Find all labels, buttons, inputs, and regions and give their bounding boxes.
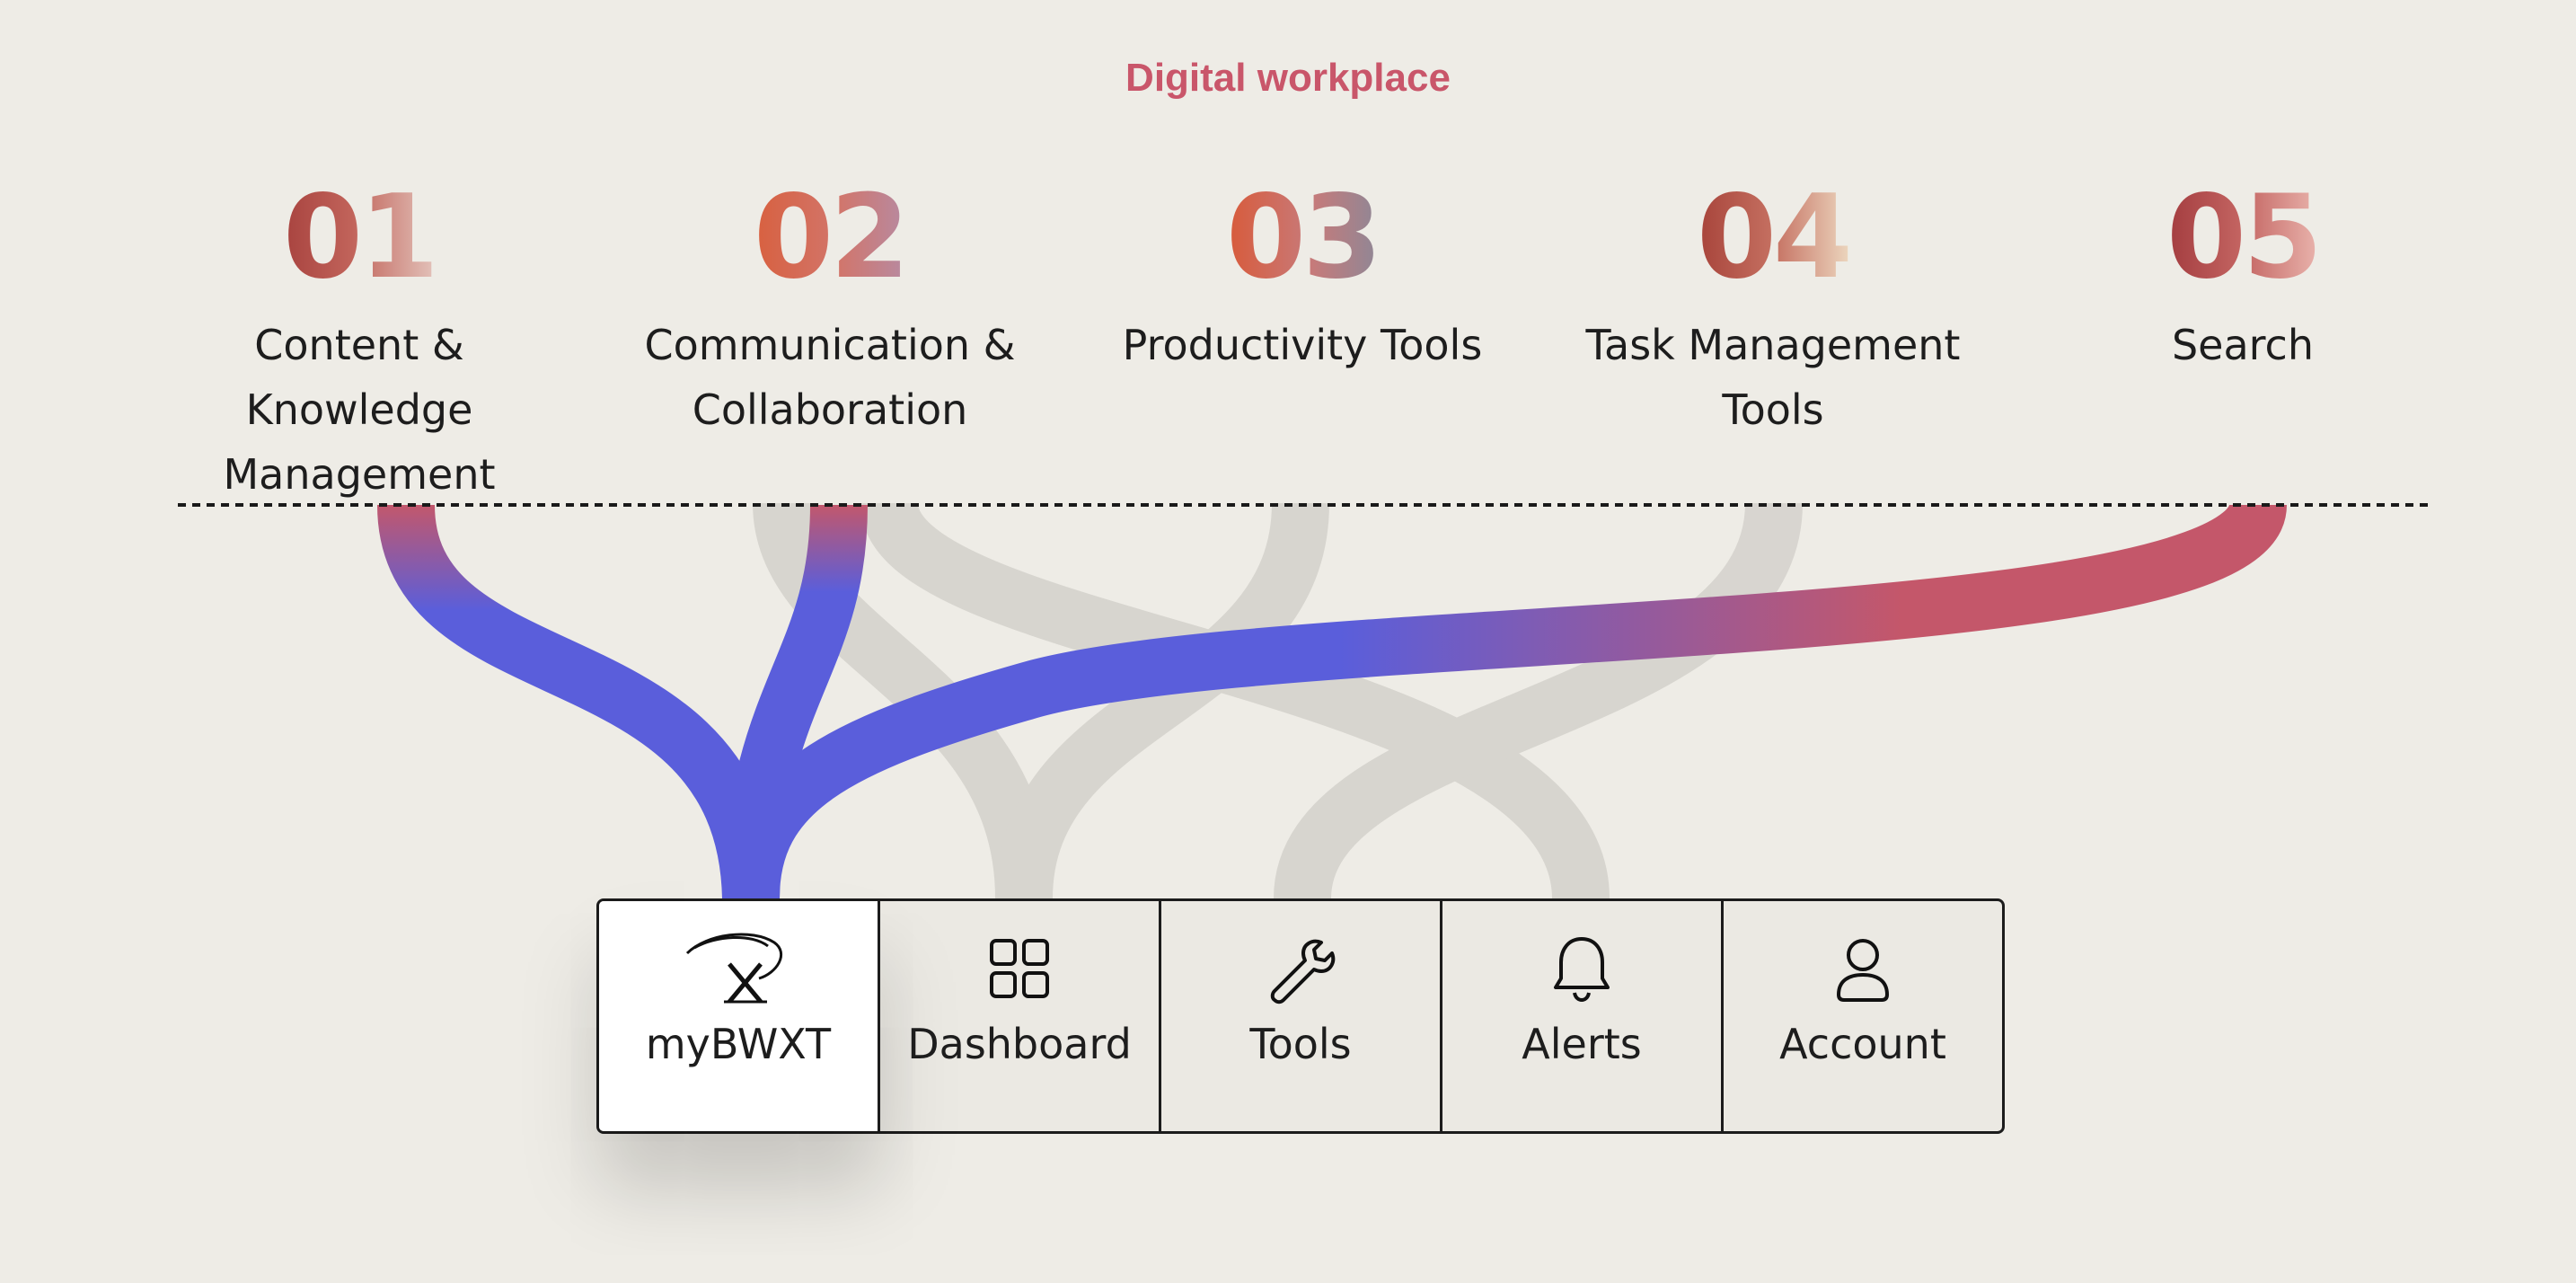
wrench-icon — [1270, 939, 1336, 1004]
nav-item-account[interactable]: Account — [1724, 901, 2002, 1131]
nav-label: Dashboard — [907, 1020, 1132, 1068]
flow-content-to-mybwxt — [377, 503, 780, 900]
nav-item-alerts[interactable]: Alerts — [1442, 901, 1724, 1131]
nav-label: Account — [1779, 1020, 1946, 1068]
nav-label: Tools — [1249, 1020, 1352, 1068]
bwxt-logo-icon — [685, 933, 783, 1004]
user-icon — [1836, 939, 1890, 1002]
nav-item-dashboard[interactable]: Dashboard — [880, 901, 1161, 1131]
nav-bar: myBWXT Dashboard Tools Alerts Account — [596, 898, 2005, 1134]
grid-icon — [990, 939, 1049, 998]
nav-item-mybwxt[interactable]: myBWXT — [599, 901, 880, 1131]
bell-icon — [1554, 937, 1610, 1003]
nav-item-tools[interactable]: Tools — [1161, 901, 1442, 1131]
nav-label: Alerts — [1522, 1020, 1642, 1068]
nav-label: myBWXT — [645, 1020, 832, 1068]
